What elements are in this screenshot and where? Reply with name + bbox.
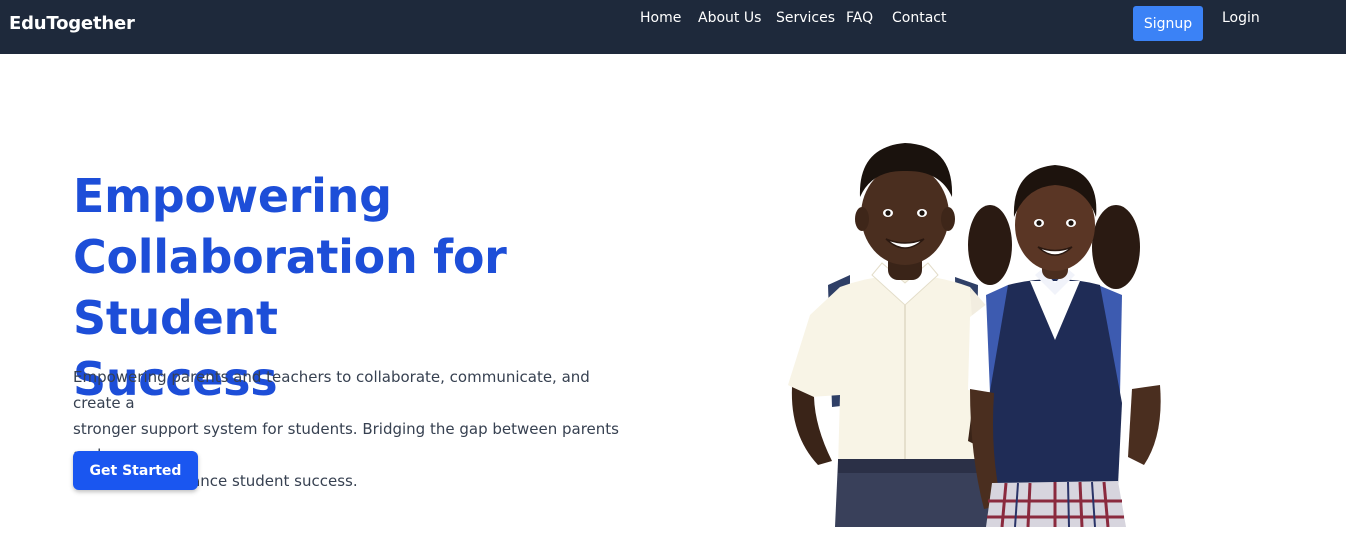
brand-logo[interactable]: EduTogether <box>9 13 135 34</box>
boy-figure <box>788 143 995 527</box>
hero-title-line-2: Collaboration for Student <box>73 230 507 345</box>
login-link[interactable]: Login <box>1222 10 1260 26</box>
get-started-button[interactable]: Get Started <box>73 451 198 490</box>
nav-link-contact[interactable]: Contact <box>892 10 946 26</box>
nav-link-services[interactable]: Services <box>776 10 835 26</box>
navbar: EduTogether Home About Us Services FAQ C… <box>0 0 1346 54</box>
nav-link-faq[interactable]: FAQ <box>846 10 873 26</box>
signup-button[interactable]: Signup <box>1133 6 1203 41</box>
nav-link-about-us[interactable]: About Us <box>698 10 761 26</box>
hero-title-line-1: Empowering <box>73 169 392 223</box>
nav-link-home[interactable]: Home <box>640 10 681 26</box>
hero-description-line-1: Empowering parents and teachers to colla… <box>73 368 590 412</box>
girl-figure <box>968 165 1162 527</box>
students-hero-image <box>788 143 1162 527</box>
